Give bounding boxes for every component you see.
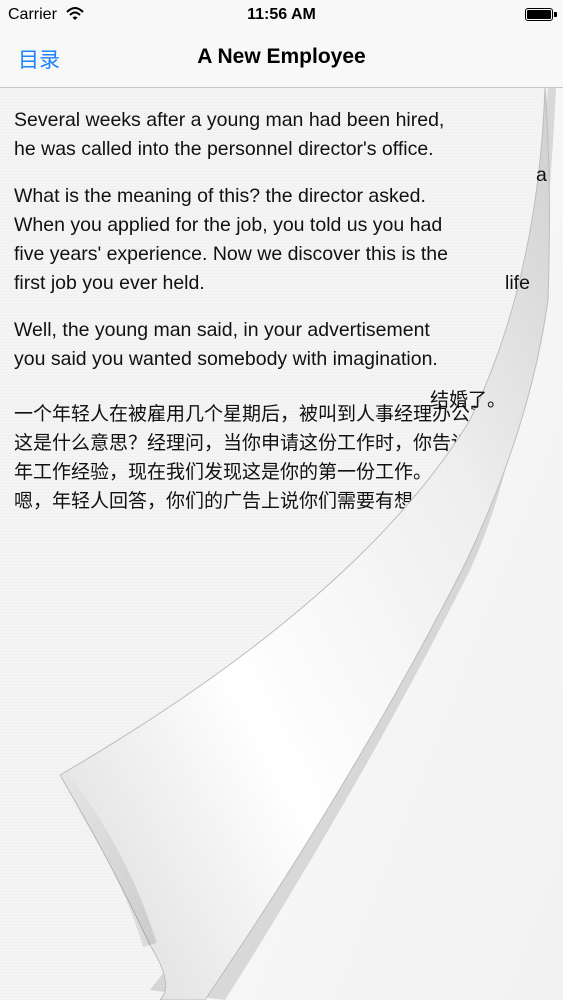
english-paragraph-2: What is the meaning of this? the directo… bbox=[14, 185, 448, 294]
story-text: Several weeks after a young man had been… bbox=[14, 106, 554, 516]
underlying-text-fragment: a bbox=[536, 164, 547, 186]
english-paragraph-1: Several weeks after a young man had been… bbox=[14, 109, 445, 160]
underlying-text-fragment: life bbox=[505, 272, 530, 294]
page-title: A New Employee bbox=[197, 45, 366, 68]
reader-page[interactable]: Several weeks after a young man had been… bbox=[0, 88, 563, 1000]
underlying-text-fragment: 结婚了。 bbox=[430, 390, 507, 411]
battery-icon bbox=[525, 8, 557, 21]
navigation-bar: 目录 A New Employee bbox=[0, 30, 563, 88]
status-bar: Carrier 11:56 AM bbox=[0, 0, 563, 30]
chinese-translation: 一个年轻人在被雇用几个星期后，被叫到人事经理办公室。 这是什么意思？经理问，当你… bbox=[14, 404, 547, 512]
english-paragraph-3: Well, the young man said, in your advert… bbox=[14, 319, 438, 370]
clock-time: 11:56 AM bbox=[247, 6, 316, 23]
